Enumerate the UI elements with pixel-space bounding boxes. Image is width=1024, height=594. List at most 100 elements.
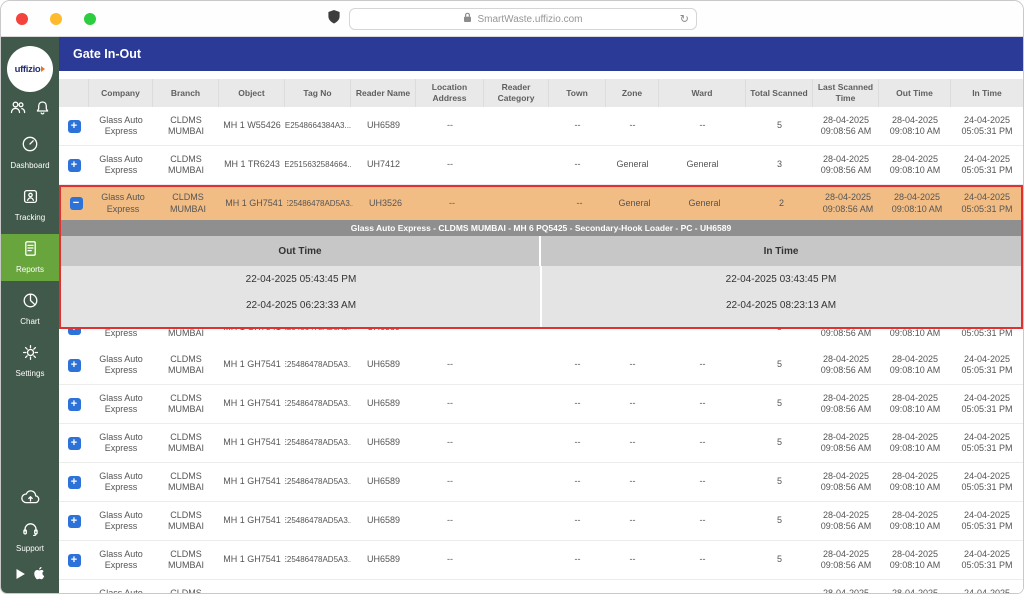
expand-row-button[interactable]: + [67,436,81,450]
sidebar-item-settings[interactable]: Settings [1,338,59,385]
cell-last_scanned: 28-04-2025 09:08:56 AM [820,153,872,175]
cell-last_scanned: 28-04-2025 09:08:56 AM [820,329,872,338]
cell-in_time: 24-04-2025 05:05:31 PM [961,548,1013,570]
apple-icon[interactable] [33,566,45,585]
table-row: + Glass Auto Express CLDMS MUMBAI MH 1 GH75… [59,502,1023,541]
cell-branch: CLDMS MUMBAI [168,509,204,531]
sidebar-item-chart[interactable]: Chart [1,286,59,333]
expand-row-button[interactable]: + [67,158,81,172]
cell-ward: -- [699,476,706,487]
cell-branch: CLDMS MUMBAI [170,587,202,593]
cell-total: 5 [776,120,782,131]
sidebar-item-reports[interactable]: Reports [1,234,59,281]
expand-row-button[interactable]: + [67,397,81,411]
expand-cell: − [61,187,91,220]
cell-tag: E25486478AD5A3... [285,477,351,486]
cell-ward: -- [699,398,706,409]
expand-row-button[interactable]: + [67,514,81,528]
cell-town: -- [574,359,581,370]
cell-ward: -- [659,329,746,346]
browser-chrome: SmartWaste.uffizio.com ↻ [1,1,1023,37]
expand-cell: + [59,107,89,145]
cell-town: -- [574,476,581,487]
sidebar-item-dashboard[interactable]: Dashboard [1,129,59,177]
cell-town: -- [574,398,581,409]
sidebar-item-label: Tracking [14,213,46,222]
cell-category [484,424,549,462]
row-detail-panel: Glass Auto Express - CLDMS MUMBAI - MH 6… [61,220,1021,327]
app-body: uffizio Dashboard Tracking Reports Chart… [1,37,1023,593]
cell-zone: -- [629,120,636,131]
expand-cell: + [59,580,89,593]
expand-cell: + [59,502,89,540]
refresh-icon[interactable]: ↻ [680,13,689,26]
sidebar-item-tracking[interactable]: Tracking [1,182,59,229]
cell-category [484,146,549,184]
expand-row-button[interactable]: + [67,553,81,567]
zoom-window-button[interactable] [84,13,96,25]
column-header-ward: Ward [659,79,746,107]
cell-total: 5 [776,476,782,487]
cell-category [484,385,549,423]
cell-out_time: 28-04-2025 09:08:10 AM [891,192,943,214]
detail-body: 22-04-2025 05:43:45 PM 22-04-2025 03:43:4… [61,266,1021,327]
cell-tag: E2548664384A3... [285,121,351,130]
cell-location: -- [447,120,453,131]
cell-zone: -- [629,359,636,370]
headset-icon [22,521,39,541]
minimize-window-button[interactable] [50,13,62,25]
cell-last_scanned: 28-04-2025 09:08:56 AM [820,509,872,531]
bell-icon[interactable] [35,100,50,121]
cell-zone: -- [629,515,636,526]
cell-company: Glass Auto Express [99,353,143,375]
expand-row-button[interactable]: + [67,475,81,489]
cell-tag: E25486478AD5A3... [285,555,351,564]
cloud-upload-icon[interactable] [20,490,40,509]
cell-out_time: 28-04-2025 09:08:10 AM [889,392,941,414]
cell-branch: CLDMS MUMBAI [168,392,204,414]
expand-row-button[interactable]: + [67,119,81,133]
expand-row-button[interactable]: + [67,592,81,593]
cell-total: 5 [776,359,782,370]
cell-last_scanned: 28-04-2025 09:08:56 AM [820,431,872,453]
cell-total: 3 [776,159,782,170]
table-row: − Glass Auto Express CLDMS MUMBAI MH 1 GH75… [61,187,1021,220]
cell-branch: CLDMS MUMBAI [168,153,204,175]
expand-cell: + [59,346,89,384]
cell-location: -- [447,159,453,170]
sidebar-item-label: Support [15,544,45,553]
pie-chart-icon [22,292,39,314]
cell-object: MH 1 GH7541 [219,329,285,346]
cell-reader: UH6589 [366,437,401,448]
google-play-icon[interactable] [15,567,26,585]
cell-total: 5 [746,580,813,593]
expanded-row-group: − Glass Auto Express CLDMS MUMBAI MH 1 GH75… [59,185,1023,329]
cell-ward: General [688,197,721,208]
cell-location: -- [447,554,453,565]
users-icon[interactable] [10,100,26,121]
cell-tag: E25486478AD5A3... [285,516,351,525]
column-header-reader-category: Reader Category [484,79,549,107]
cell-in_time: 24-04-2025 05:05:31 PM [961,114,1013,136]
cell-reader: UH6589 [351,329,416,346]
expand-cell: + [59,541,89,579]
cell-total: 5 [776,437,782,448]
close-window-button[interactable] [16,13,28,25]
uffizio-logo: uffizio [7,46,53,92]
url-bar[interactable]: SmartWaste.uffizio.com ↻ [349,8,697,30]
browser-window: SmartWaste.uffizio.com ↻ uffizio Dashboa… [0,0,1024,594]
expand-row-button[interactable]: + [67,329,81,335]
collapse-row-button[interactable]: − [69,197,83,210]
cell-reader: UH6589 [366,515,401,526]
cell-tag: E25486478AD5A3... [287,198,353,208]
cell-company: Glass Auto Express [99,587,143,593]
column-header-company: Company [89,79,153,107]
expand-row-button[interactable]: + [67,358,81,372]
cell-category [486,187,551,220]
main-content: Gate In-Out Company Branch Object Tag No Rea… [59,37,1023,593]
cell-reader: UH3526 [368,197,403,208]
column-header-town: Town [549,79,606,107]
detail-row: 22-04-2025 05:43:45 PM 22-04-2025 03:43:4… [61,266,1021,292]
sidebar-item-support[interactable]: Support [1,515,59,560]
cell-town: -- [549,329,606,346]
